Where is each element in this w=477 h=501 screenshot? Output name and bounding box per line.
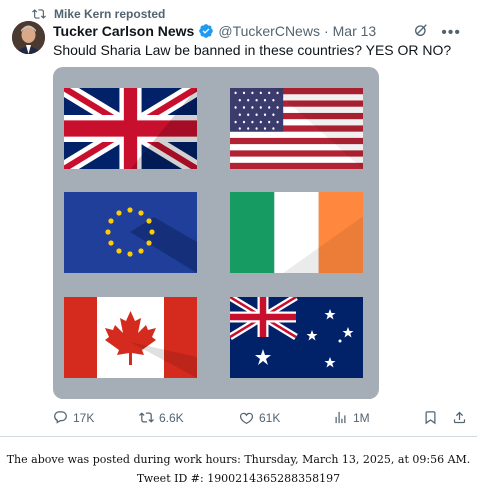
reply-icon <box>53 410 68 425</box>
tweet-top-actions: ••• <box>413 22 461 43</box>
ireland-flag <box>230 192 363 273</box>
tweet-media-image[interactable] <box>53 67 379 399</box>
united-states-flag <box>230 88 363 169</box>
repost-action-icon <box>139 410 154 425</box>
verified-badge-icon[interactable] <box>198 23 214 39</box>
repost-label: Mike Kern reposted <box>54 7 166 21</box>
separator-dot: · <box>323 23 329 39</box>
views-chart-icon <box>333 410 348 425</box>
share-icon[interactable] <box>452 410 467 425</box>
bookmark-icon[interactable] <box>423 410 438 425</box>
posted-time-caption: The above was posted during work hours: … <box>6 453 471 466</box>
canada-flag <box>64 297 197 378</box>
repost-button[interactable]: 6.6K <box>139 410 239 425</box>
tweet-id-caption: Tweet ID #: 1900214365288358197 <box>136 472 341 485</box>
heart-icon <box>239 410 254 425</box>
avatar[interactable] <box>12 21 45 54</box>
views-button[interactable]: 1M <box>333 410 423 425</box>
post-date[interactable]: Mar 13 <box>333 23 377 39</box>
repost-icon <box>32 7 46 21</box>
views-count: 1M <box>353 410 370 425</box>
more-options-icon[interactable]: ••• <box>441 24 461 41</box>
author-handle[interactable]: @TuckerCNews <box>218 23 320 39</box>
australia-flag <box>230 297 363 378</box>
tweet-text: Should Sharia Law be banned in these cou… <box>53 42 452 58</box>
tweet-action-bar: 17K 6.6K 61K 1M <box>53 410 467 425</box>
caption-footer: The above was posted during work hours: … <box>0 436 477 501</box>
like-button[interactable]: 61K <box>239 410 333 425</box>
reply-button[interactable]: 17K <box>53 410 139 425</box>
united-kingdom-flag <box>64 88 197 169</box>
tweet-header: Tucker Carlson News @TuckerCNews · Mar 1… <box>53 23 417 39</box>
repost-indicator[interactable]: Mike Kern reposted <box>32 7 165 21</box>
like-count: 61K <box>259 410 281 425</box>
author-name[interactable]: Tucker Carlson News <box>53 23 194 39</box>
repost-count: 6.6K <box>159 410 184 425</box>
grok-icon[interactable] <box>413 22 429 43</box>
european-union-flag <box>64 192 197 273</box>
reply-count: 17K <box>73 410 95 425</box>
